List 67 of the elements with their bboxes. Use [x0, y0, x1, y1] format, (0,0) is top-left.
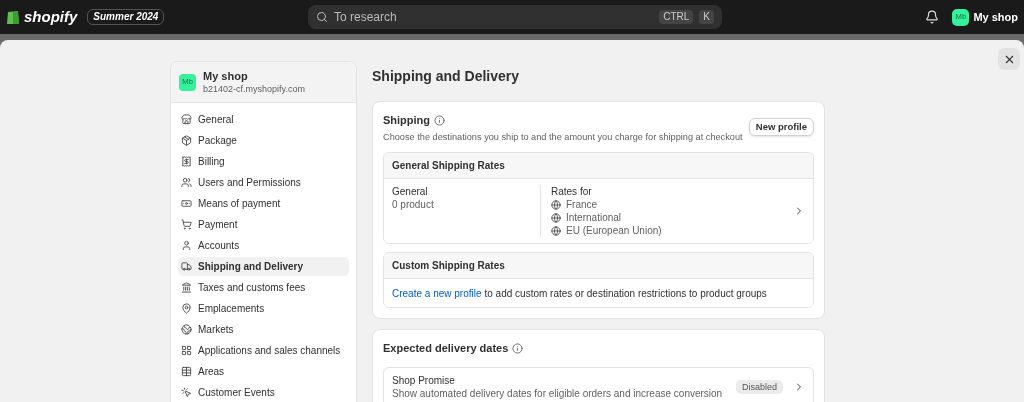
shop-domain: b21402-cf.myshopify.com [203, 82, 305, 96]
zone-name: France [566, 198, 598, 212]
shop-name: My shop [203, 68, 249, 83]
info-icon[interactable] [434, 114, 446, 126]
globe-icon [551, 212, 561, 223]
sidebar-item[interactable]: Accounts [178, 236, 349, 255]
key-cap: K [699, 10, 714, 24]
globe-icon [551, 225, 561, 236]
bag-logo-icon [6, 9, 20, 25]
product-count: 0 product [392, 198, 435, 212]
store-icon [181, 114, 192, 125]
table-icon [181, 366, 192, 377]
sidebar-item[interactable]: Taxes and customs fees [178, 278, 349, 297]
banknote-icon [181, 198, 192, 209]
logo-text[interactable]: shopify [24, 5, 78, 29]
rate-row[interactable]: General 0 product Rates for France International EU (European Union) [384, 179, 813, 244]
grid-icon [181, 345, 192, 356]
cart-icon [181, 219, 192, 230]
sidebar-item[interactable]: Payment [178, 215, 349, 234]
rates-label: Rates for [551, 185, 593, 199]
page-title: Shipping and Delivery [372, 67, 521, 86]
sidebar-item[interactable]: Customer Events [178, 383, 349, 402]
shop-name[interactable]: My shop [973, 8, 1018, 26]
close-button[interactable] [998, 48, 1020, 70]
card-title: Shipping [383, 113, 431, 128]
new-profile-button[interactable]: New profile [748, 118, 814, 136]
package-icon [181, 135, 192, 146]
zone-name: EU (European Union) [566, 224, 662, 238]
users-icon [181, 177, 192, 188]
receipt-icon [181, 156, 192, 167]
promise-row[interactable]: Shop Promise Show automated delivery dates for eligible orders and increase conversion Disabled [383, 366, 814, 402]
key-cap: CTRL [659, 10, 694, 24]
sidebar-item[interactable]: Billing [178, 152, 349, 171]
status-badge: Disabled [735, 379, 783, 394]
search-field[interactable]: To research [334, 8, 654, 26]
sidebar-item[interactable]: Means of payment [178, 194, 349, 213]
globe-icon [551, 199, 561, 210]
section-title: General Shipping Rates [392, 159, 505, 174]
sidebar-item[interactable]: Markets [178, 320, 349, 339]
sidebar-item[interactable]: Shipping and Delivery [178, 257, 349, 276]
shop-avatar: Mb [179, 73, 196, 91]
create-profile-link[interactable]: Create a new profile [392, 285, 482, 301]
search-icon [316, 11, 328, 23]
avatar[interactable]: Mb [952, 8, 970, 26]
custom-rates-text: to add custom rates or destination restrictions to product groups [484, 286, 767, 301]
user-icon [181, 240, 192, 251]
globe-icon [181, 324, 192, 335]
notification-icon[interactable] [925, 10, 940, 24]
sidebar-item[interactable]: Package [178, 131, 349, 150]
section-title: Custom Shipping Rates [392, 259, 505, 274]
sidebar-item[interactable]: Users and Permissions [178, 173, 349, 192]
promise-description: Show automated delivery dates for eligible orders and increase conversion [392, 386, 724, 400]
promise-heading: Shop Promise [392, 373, 456, 387]
sidebar-item[interactable]: Applications and sales channels [178, 341, 349, 360]
truck-icon [181, 261, 192, 272]
info-icon[interactable] [512, 343, 524, 355]
zone-name: International [566, 211, 622, 225]
sidebar-item[interactable]: Emplacements [178, 299, 349, 318]
sidebar-item[interactable]: General [178, 110, 349, 129]
profile-name: General [392, 185, 429, 199]
sidebar-item[interactable]: Areas [178, 362, 349, 381]
pin-icon [181, 303, 192, 314]
search-bar[interactable]: To research CTRL K [308, 5, 722, 29]
cursor-icon [181, 387, 192, 398]
card-title: Expected delivery dates [383, 341, 509, 357]
edition-badge: Summer 2024 [87, 9, 165, 25]
card-description: Choose the destinations you ship to and the amount you charge for shipping at checkout [383, 130, 743, 144]
